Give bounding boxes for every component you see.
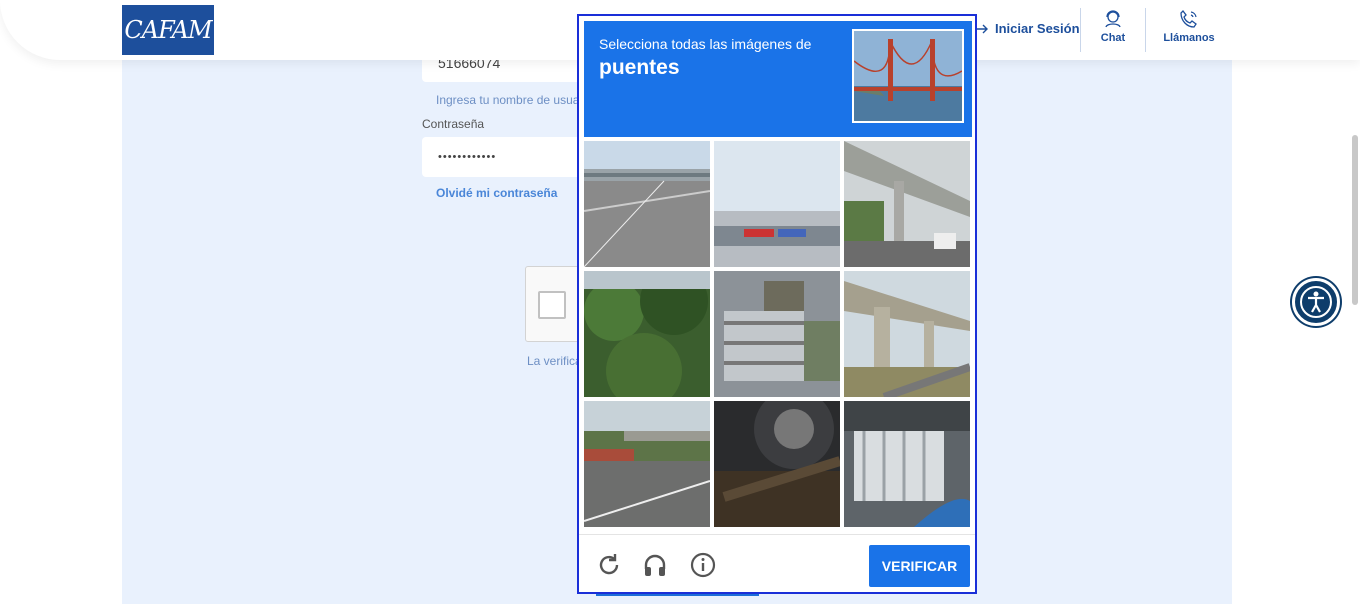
info-icon[interactable] — [689, 551, 717, 579]
phone-icon — [1180, 10, 1197, 28]
call-label: Llámanos — [1163, 32, 1215, 44]
tile-bridge-underside[interactable] — [844, 271, 970, 397]
tile-forest-trees[interactable] — [584, 271, 710, 397]
recaptcha-checkbox[interactable] — [538, 291, 566, 319]
sample-bridge-image — [852, 29, 964, 123]
login-label: Iniciar Sesión — [995, 21, 1080, 36]
chat-label: Chat — [1100, 32, 1126, 44]
call-button[interactable]: Llámanos — [1162, 8, 1216, 44]
verification-text: La verifica — [527, 354, 582, 368]
headset-icon — [1105, 10, 1121, 28]
login-arrow-icon — [976, 24, 988, 33]
tile-white-chairs[interactable] — [844, 401, 970, 527]
reload-icon[interactable] — [595, 551, 623, 579]
challenge-footer: VERIFICAR — [579, 534, 975, 592]
tile-elevated-road[interactable] — [844, 141, 970, 267]
challenge-instruction: Selecciona todas las imágenes de — [599, 36, 812, 52]
login-link[interactable]: Iniciar Sesión — [975, 21, 1080, 36]
tile-car-wheel[interactable] — [714, 401, 840, 527]
image-grid — [584, 141, 972, 529]
page-scrollbar[interactable] — [1352, 135, 1358, 305]
forgot-password-link[interactable]: Olvidé mi contraseña — [436, 186, 557, 200]
header-divider — [1080, 8, 1081, 52]
tile-highway-overpass[interactable] — [584, 141, 710, 267]
verify-button[interactable]: VERIFICAR — [869, 545, 970, 587]
challenge-header: Selecciona todas las imágenes de puentes — [584, 21, 972, 137]
tile-road-overpass[interactable] — [584, 401, 710, 527]
page: CAFAM Iniciar Sesión Chat Llámanos 51666… — [0, 0, 1360, 604]
logo-text: CAFAM — [124, 16, 212, 44]
document-hint: Ingresa tu nombre de usua — [436, 93, 580, 107]
accessibility-button[interactable] — [1292, 278, 1340, 326]
accessibility-icon — [1300, 286, 1332, 318]
chat-button[interactable]: Chat — [1097, 8, 1129, 44]
tile-building-facade[interactable] — [714, 141, 840, 267]
tile-stacked-panels[interactable] — [714, 271, 840, 397]
password-value: •••••••••••• — [438, 151, 497, 163]
cafam-logo[interactable]: CAFAM — [122, 5, 214, 55]
headphones-icon[interactable] — [641, 551, 669, 579]
password-input[interactable]: •••••••••••• — [422, 137, 592, 177]
header-divider — [1145, 8, 1146, 52]
captcha-challenge: Selecciona todas las imágenes de puentes — [577, 14, 977, 594]
password-label: Contraseña — [422, 117, 485, 131]
challenge-target: puentes — [599, 56, 680, 79]
recaptcha-widget — [525, 266, 585, 342]
submit-underline — [596, 594, 759, 596]
